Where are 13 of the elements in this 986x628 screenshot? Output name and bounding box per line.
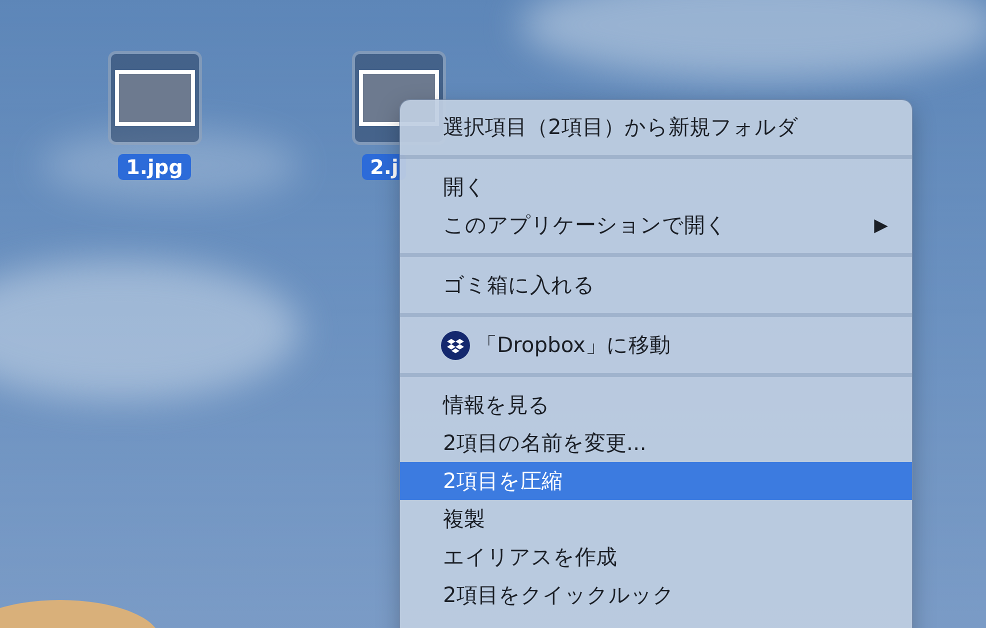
menu-item[interactable]: 「Dropbox」に移動 — [400, 326, 912, 364]
menu-item[interactable]: エイリアスを作成 — [400, 538, 912, 576]
menu-item[interactable]: ゴミ箱に入れる — [400, 266, 912, 304]
menu-item[interactable]: 情報を見る — [400, 386, 912, 424]
menu-item[interactable]: 2項目を圧縮 — [400, 462, 912, 500]
menu-item[interactable]: 2項目をクイックルック — [400, 576, 912, 614]
menu-item[interactable]: 選択項目（2項目）から新規フォルダ — [400, 108, 912, 146]
file-name: 1.jpg — [118, 154, 192, 180]
file-icon[interactable] — [111, 54, 199, 142]
box-icon — [441, 330, 470, 360]
menu-item[interactable]: 複製 — [400, 500, 912, 538]
menu-item[interactable]: このアプリケーションで開く ▶ — [400, 206, 912, 244]
menu-item[interactable]: 2項目の名前を変更... — [400, 424, 912, 462]
